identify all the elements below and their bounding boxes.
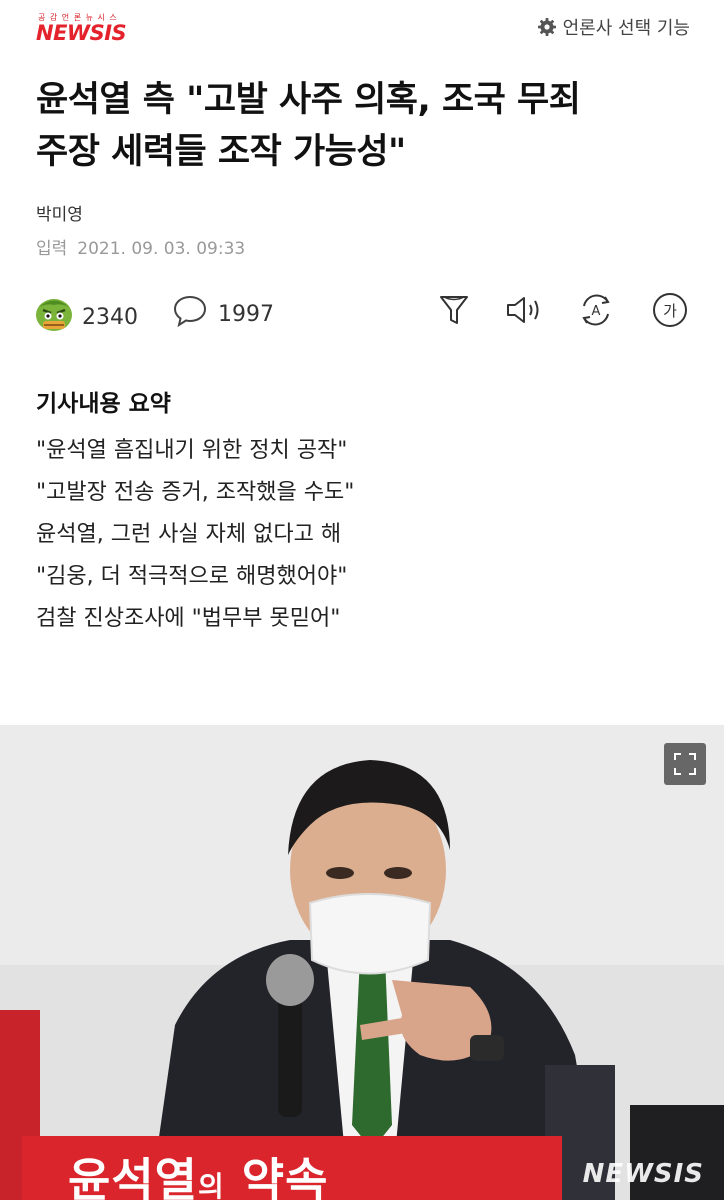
expand-photo-button[interactable] [664, 743, 706, 785]
font-size-icon-letter: 가 [663, 302, 677, 320]
author-name[interactable]: 박미영 [36, 200, 83, 225]
press-select-label: 언론사 선택 기능 [562, 18, 690, 39]
angry-face-icon [34, 294, 74, 340]
speaker-icon [505, 294, 543, 330]
summary-list: "윤석열 흠집내기 위한 정치 공작" "고발장 전송 증거, 조작했을 수도"… [36, 430, 696, 640]
article-summary: 기사내용 요약 "윤석열 흠집내기 위한 정치 공작" "고발장 전송 증거, … [36, 386, 696, 640]
summary-title: 기사내용 요약 [36, 391, 171, 417]
photo-banner-text: 윤석열의 약속 [68, 1144, 328, 1200]
publish-date-label: 입력 [36, 239, 68, 259]
speech-bubble-icon [172, 294, 208, 334]
translate-button[interactable]: A [578, 294, 614, 330]
banner-particle: 의 [197, 1170, 225, 1200]
top-bar: 공 감 언 론 뉴 시 스 NEWSIS 언론사 선택 기능 [0, 0, 724, 56]
comment-button[interactable]: 1997 [172, 294, 274, 334]
banner-main: 윤석열 [68, 1153, 198, 1200]
summary-item: 윤석열, 그런 사실 자체 없다고 해 [36, 522, 342, 547]
photo-banner: 윤석열의 약속 [22, 1136, 562, 1200]
summary-item: "윤석열 흠집내기 위한 정치 공작" [36, 438, 348, 463]
reaction-count: 2340 [82, 304, 138, 330]
press-photo-illustration [0, 725, 724, 1200]
publish-date-value: 2021. 09. 03. 09:33 [77, 239, 246, 259]
banner-end: 약속 [224, 1153, 329, 1200]
photo-watermark: NEWSIS [582, 1159, 704, 1189]
headline-line-2: 주장 세력들 조작 가능성" [36, 132, 406, 172]
reaction-button[interactable]: 2340 [34, 294, 138, 340]
press-select-button[interactable]: 언론사 선택 기능 [537, 14, 690, 40]
logo-wordmark: NEWSIS [36, 21, 127, 45]
article-photo[interactable]: 윤석열의 약속 NEWSIS [0, 725, 724, 1200]
headline-line-1: 윤석열 측 "고발 사주 의혹, 조국 무죄 [36, 80, 581, 120]
fullscreen-icon [673, 752, 697, 776]
article-action-bar: 2340 1997 A 가 [0, 290, 724, 338]
newsis-logo[interactable]: 공 감 언 론 뉴 시 스 NEWSIS [36, 12, 136, 45]
gear-icon [537, 17, 557, 37]
article-headline: 윤석열 측 "고발 사주 의혹, 조국 무죄 주장 세력들 조작 가능성" [36, 74, 696, 178]
read-aloud-button[interactable] [506, 294, 542, 330]
funnel-icon [438, 293, 470, 331]
font-size-icon: 가 [651, 291, 689, 333]
summary-item: "김웅, 더 적극적으로 해명했어야" [36, 564, 348, 589]
translate-icon-letter: A [592, 304, 601, 319]
translate-icon: A [576, 292, 616, 332]
comment-count: 1997 [218, 301, 274, 327]
publish-date: 입력 2021. 09. 03. 09:33 [36, 234, 245, 259]
summary-item: "고발장 전송 증거, 조작했을 수도" [36, 480, 355, 505]
summary-filter-button[interactable] [436, 294, 472, 330]
font-size-button[interactable]: 가 [651, 291, 689, 333]
summary-item: 검찰 진상조사에 "법무부 못믿어" [36, 606, 341, 631]
